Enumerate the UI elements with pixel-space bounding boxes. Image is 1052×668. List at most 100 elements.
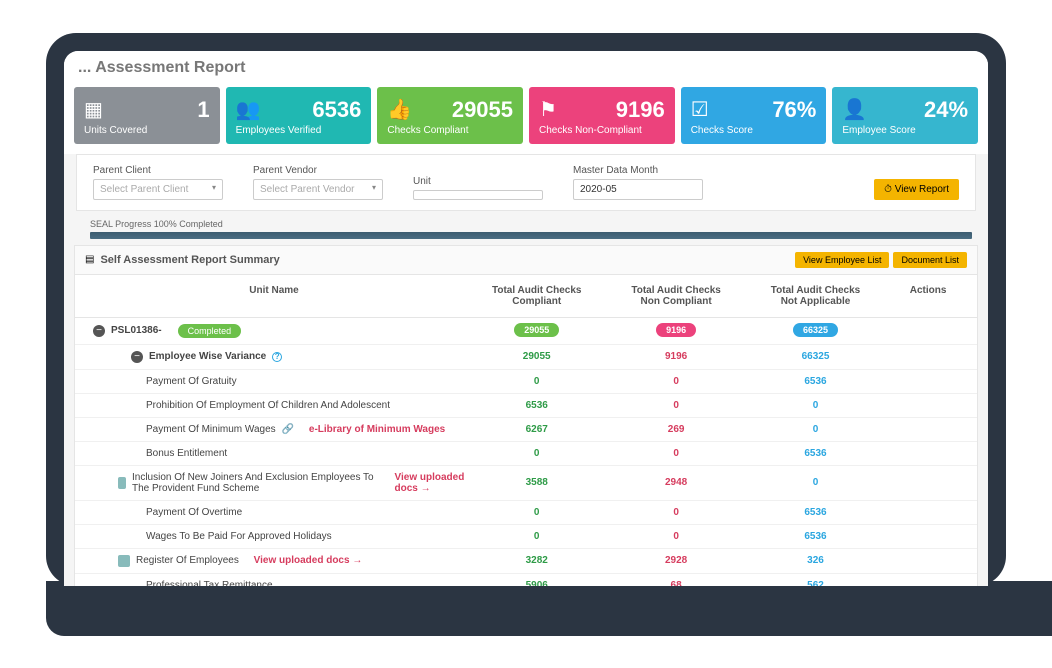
card-value: 24% [872, 97, 968, 123]
variance-noncompliant: 9196 [606, 351, 745, 362]
row-link[interactable]: e-Library of Minimum Wages [309, 424, 445, 435]
col-na: Total Audit Checks Not Applicable [746, 285, 885, 307]
row-name: Payment Of Overtime [146, 507, 242, 518]
parent-vendor-select[interactable]: Select Parent Vendor [253, 179, 383, 200]
unit-row: − PSL01386- Completed 29055 9196 66325 [75, 318, 977, 345]
panel-header: ▤ Self Assessment Report Summary View Em… [75, 246, 977, 275]
row-na: 562 [746, 580, 885, 586]
row-name: Payment Of Gratuity [146, 376, 237, 387]
row-name: Register Of Employees [136, 555, 239, 566]
card-label: Checks Score [691, 125, 817, 136]
people-icon: 👥 [236, 97, 266, 122]
summary-card: 👥 6536 Employees Verified [226, 87, 372, 144]
summary-card: 👍 29055 Checks Compliant [377, 87, 523, 144]
total-na-badge: 66325 [793, 323, 838, 337]
thumbs-up-icon: 👍 [387, 97, 417, 122]
row-name: Wages To Be Paid For Approved Holidays [146, 531, 332, 542]
doc-icon [118, 555, 130, 567]
row-compliant: 0 [467, 376, 606, 387]
document-list-button[interactable]: Document List [893, 252, 967, 268]
variance-compliant: 29055 [467, 351, 606, 362]
table-row: Professional Tax Remittance 5906 68 562 [75, 574, 977, 586]
row-noncompliant: 0 [606, 376, 745, 387]
row-link[interactable]: View uploaded docs → [254, 555, 363, 566]
col-unit: Unit Name [81, 285, 467, 307]
parent-vendor-label: Parent Vendor [253, 165, 383, 176]
row-link[interactable]: View uploaded docs → [395, 472, 468, 494]
laptop-frame: ... Assessment Report ▦ 1 Units Covered … [46, 33, 1006, 636]
row-noncompliant: 0 [606, 507, 745, 518]
row-compliant: 3282 [467, 555, 606, 566]
progress-text: SEAL Progress 100% Completed [90, 219, 223, 229]
row-compliant: 6267 [467, 424, 606, 435]
summary-panel: ▤ Self Assessment Report Summary View Em… [74, 245, 978, 586]
unit-name: PSL01386- [111, 325, 162, 336]
building-icon: ▦ [84, 97, 114, 122]
status-badge: Completed [178, 324, 242, 338]
unit-label: Unit [413, 176, 543, 187]
link-icon: 🔗 [282, 424, 294, 435]
row-compliant: 6536 [467, 400, 606, 411]
table-header: Unit Name Total Audit Checks Compliant T… [75, 275, 977, 318]
col-compliant: Total Audit Checks Compliant [467, 285, 606, 307]
row-noncompliant: 68 [606, 580, 745, 586]
col-actions: Actions [885, 285, 971, 307]
card-label: Checks Non-Compliant [539, 125, 665, 136]
collapse-icon[interactable]: − [131, 351, 143, 363]
card-label: Employee Score [842, 125, 968, 136]
row-na: 0 [746, 477, 885, 488]
collapse-icon[interactable]: − [93, 325, 105, 337]
variance-na: 66325 [746, 351, 885, 362]
card-label: Units Covered [84, 125, 210, 136]
table-row: Payment Of Overtime 0 0 6536 [75, 501, 977, 525]
flag-icon: ⚑ [539, 97, 569, 122]
row-noncompliant: 269 [606, 424, 745, 435]
row-na: 326 [746, 555, 885, 566]
doc-icon [118, 477, 126, 489]
card-value: 1 [114, 97, 210, 123]
person-icon: 👤 [842, 97, 872, 122]
help-icon[interactable]: ? [272, 352, 282, 362]
row-noncompliant: 0 [606, 531, 745, 542]
row-na: 6536 [746, 448, 885, 459]
row-compliant: 0 [467, 507, 606, 518]
filter-bar: Parent Client Select Parent Client Paren… [76, 154, 976, 211]
row-name: Inclusion Of New Joiners And Exclusion E… [132, 472, 380, 494]
row-na: 6536 [746, 531, 885, 542]
table-row: Inclusion Of New Joiners And Exclusion E… [75, 466, 977, 501]
laptop-base [46, 581, 1052, 636]
table-row: Payment Of Minimum Wages 🔗 e-Library of … [75, 418, 977, 442]
summary-card: ☑ 76% Checks Score [681, 87, 827, 144]
total-noncompliant-badge: 9196 [656, 323, 696, 337]
row-na: 0 [746, 424, 885, 435]
summary-card: ▦ 1 Units Covered [74, 87, 220, 144]
col-noncompliant: Total Audit Checks Non Compliant [606, 285, 745, 307]
total-compliant-badge: 29055 [514, 323, 559, 337]
row-noncompliant: 2948 [606, 477, 745, 488]
view-report-button[interactable]: ⏱ View Report [874, 179, 959, 200]
table-row: Prohibition Of Employment Of Children An… [75, 394, 977, 418]
parent-client-select[interactable]: Select Parent Client [93, 179, 223, 200]
table-row: Bonus Entitlement 0 0 6536 [75, 442, 977, 466]
row-noncompliant: 2928 [606, 555, 745, 566]
card-label: Checks Compliant [387, 125, 513, 136]
row-compliant: 5906 [467, 580, 606, 586]
unit-input[interactable] [413, 190, 543, 200]
parent-client-label: Parent Client [93, 165, 223, 176]
row-na: 0 [746, 400, 885, 411]
card-value: 9196 [569, 97, 665, 123]
card-label: Employees Verified [236, 125, 362, 136]
progress-bar [90, 232, 972, 239]
month-input[interactable]: 2020-05 [573, 179, 703, 200]
view-employee-list-button[interactable]: View Employee List [795, 252, 889, 268]
row-noncompliant: 0 [606, 400, 745, 411]
checkbox-icon: ☑ [691, 97, 721, 122]
row-name: Prohibition Of Employment Of Children An… [146, 400, 390, 411]
variance-row: − Employee Wise Variance ? 29055 9196 66… [75, 345, 977, 370]
summary-card: ⚑ 9196 Checks Non-Compliant [529, 87, 675, 144]
summary-card: 👤 24% Employee Score [832, 87, 978, 144]
row-na: 6536 [746, 507, 885, 518]
card-value: 29055 [417, 97, 513, 123]
row-name: Bonus Entitlement [146, 448, 227, 459]
row-na: 6536 [746, 376, 885, 387]
